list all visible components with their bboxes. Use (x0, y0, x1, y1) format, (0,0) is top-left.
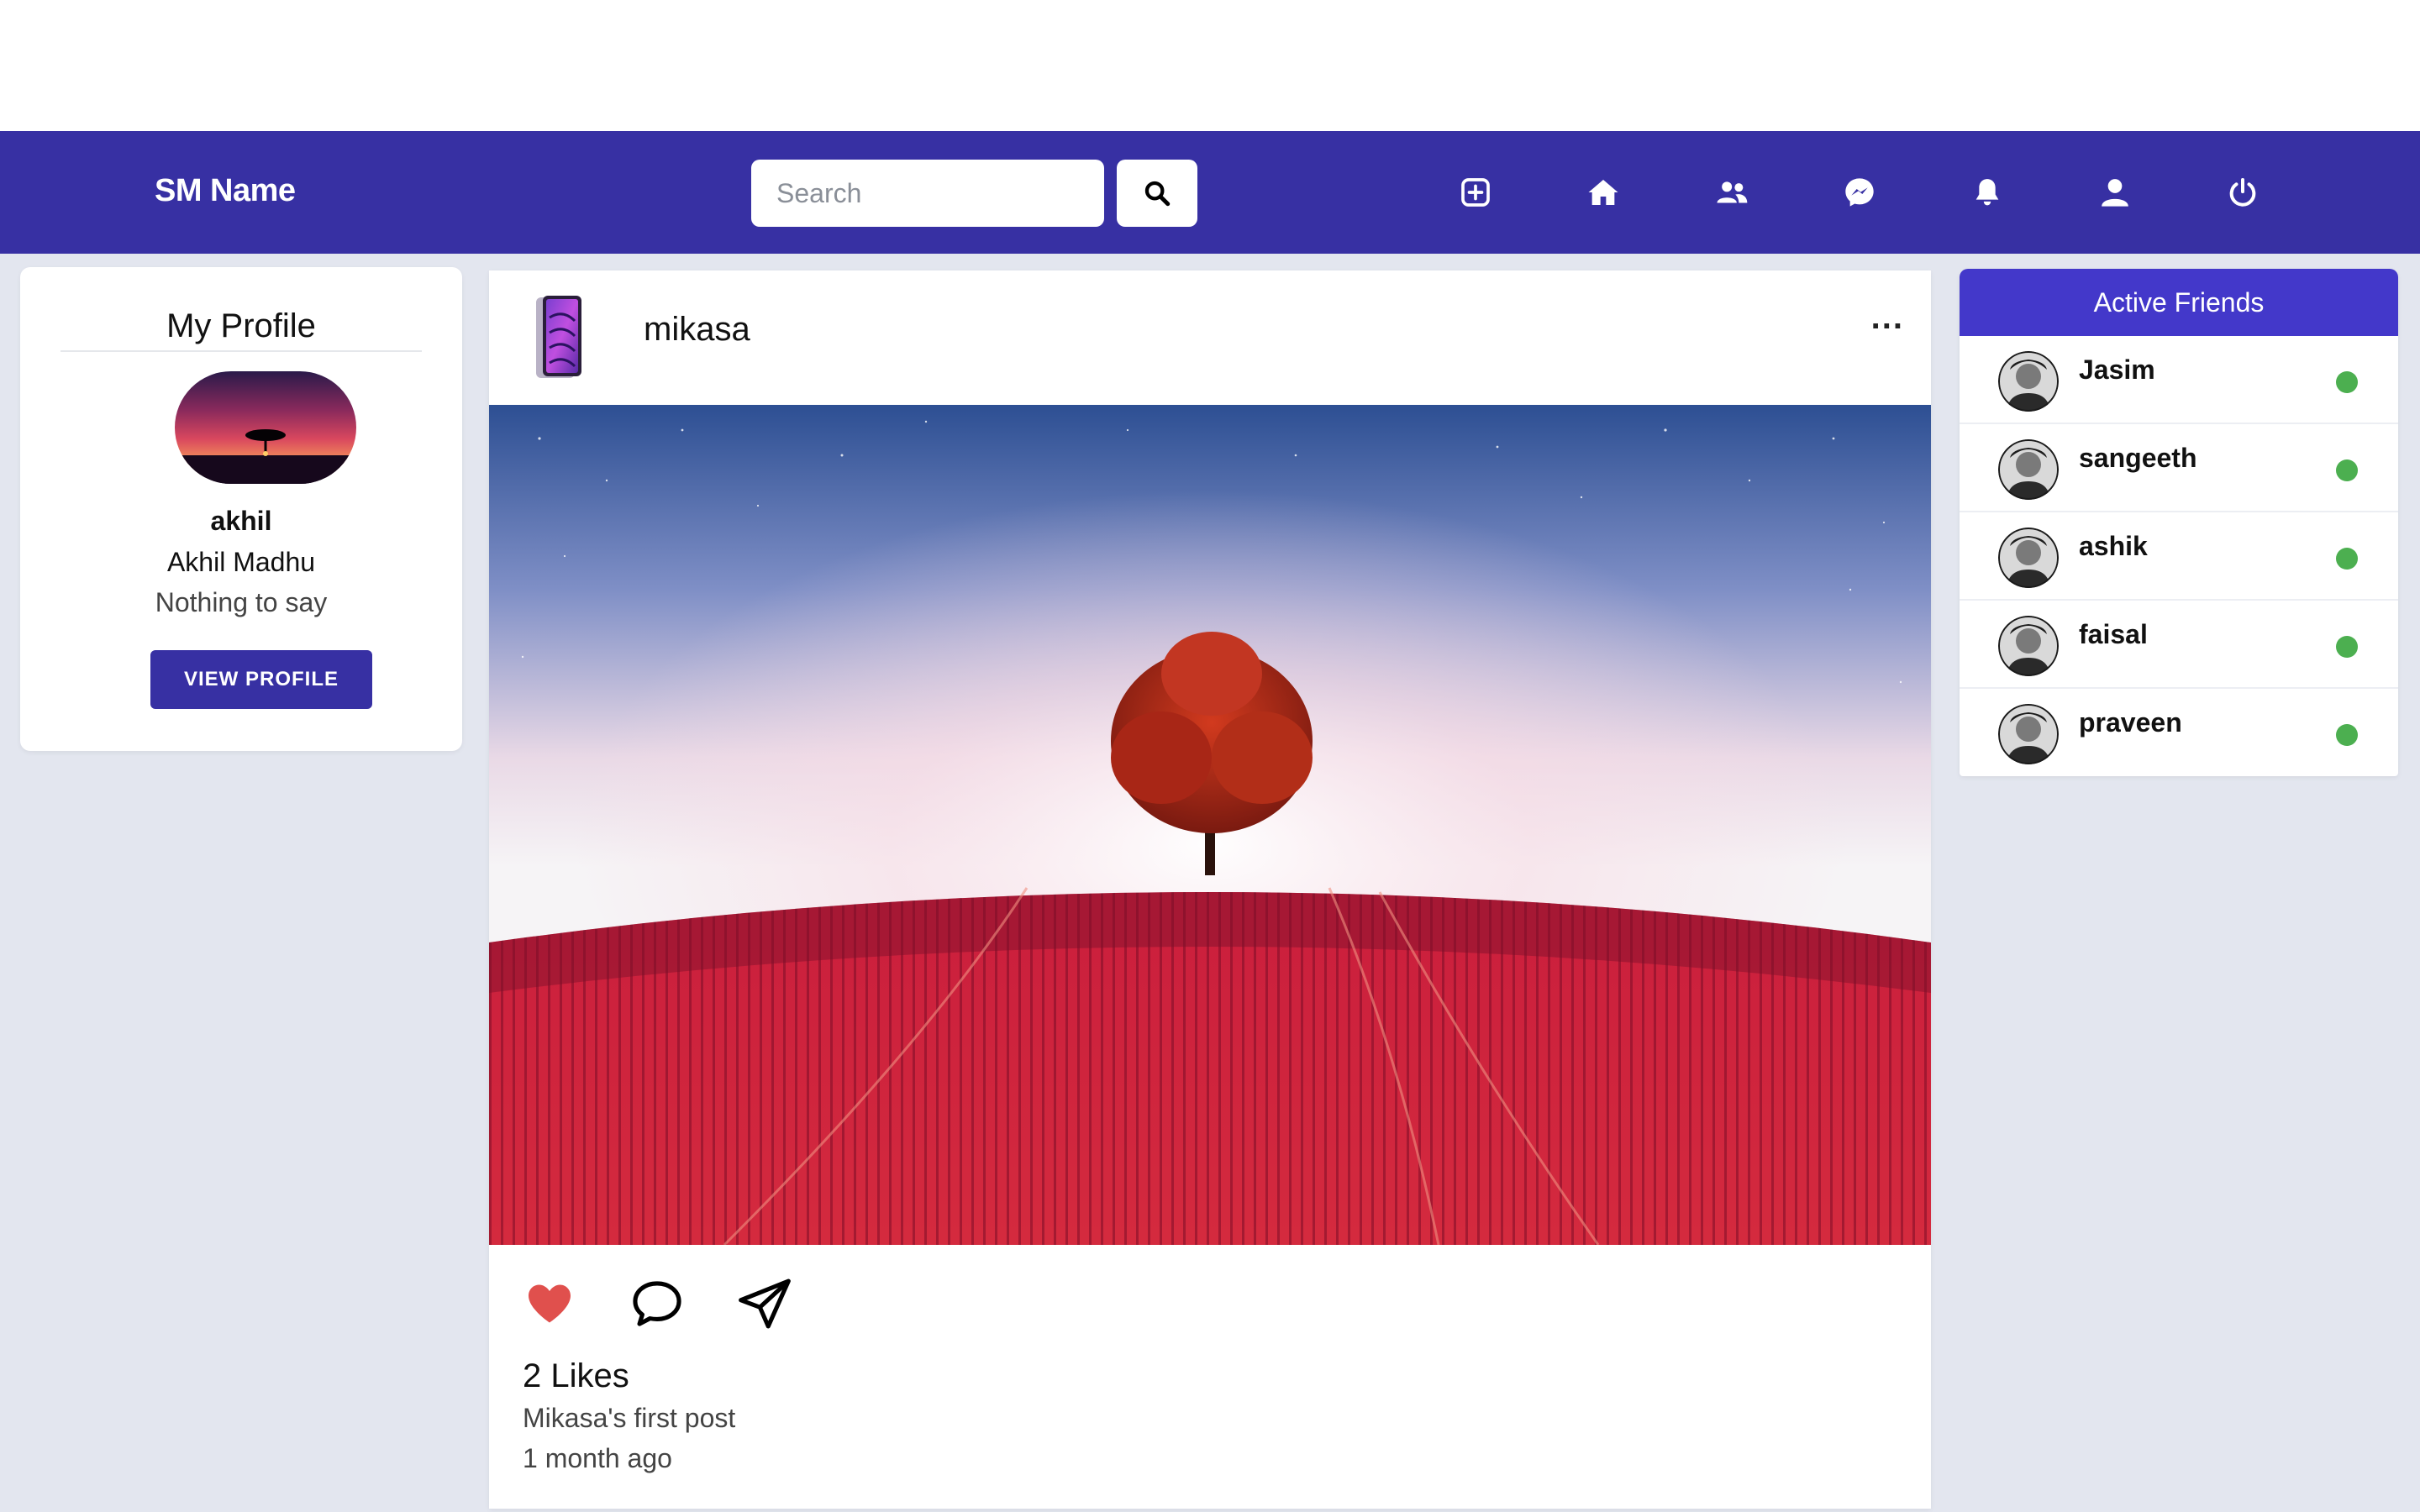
friend-name: ashik (2079, 531, 2148, 561)
active-friends-panel: Active Friends Jasim sangeeth ashik faisal p… (1960, 269, 2398, 776)
send-icon (739, 1278, 791, 1329)
online-status-dot (2336, 548, 2358, 570)
logout-icon[interactable] (2222, 171, 2264, 213)
messenger-icon[interactable] (1839, 171, 1881, 213)
brand-logo[interactable]: SM Name (155, 173, 296, 209)
profile-bio: Nothing to say (155, 587, 328, 617)
friends-list: Jasim sangeeth ashik faisal praveen (1960, 336, 2398, 776)
comment-icon (633, 1281, 681, 1326)
person-photo-icon (1998, 616, 2059, 676)
browser-top-area (0, 0, 2420, 131)
search-icon (1144, 181, 1171, 207)
profile-full-name: Akhil Madhu (166, 547, 316, 577)
heart-icon (529, 1284, 571, 1323)
profile-icon[interactable] (2094, 171, 2136, 213)
post-options-button[interactable]: ... (1871, 299, 1904, 337)
search-button[interactable] (1117, 160, 1197, 227)
friend-item[interactable]: Jasim (1960, 336, 2398, 424)
friend-name: praveen (2079, 707, 2182, 738)
online-status-dot (2336, 724, 2358, 746)
friend-item[interactable]: ashik (1960, 512, 2398, 601)
online-status-dot (2336, 459, 2358, 481)
friend-name: Jasim (2079, 354, 2155, 385)
friend-name: sangeeth (2079, 443, 2197, 473)
person-photo-icon (1998, 439, 2059, 500)
friend-avatar (1998, 616, 2059, 676)
online-status-dot (2336, 371, 2358, 393)
profile-card-title: My Profile (60, 307, 422, 352)
post-likes-count[interactable]: 2 Likes (523, 1357, 629, 1395)
view-profile-button[interactable]: VIEW PROFILE (150, 650, 372, 709)
friend-avatar (1998, 528, 2059, 588)
tablet-avatar-image (536, 296, 581, 378)
like-button[interactable] (519, 1273, 580, 1334)
home-icon[interactable] (1582, 171, 1624, 213)
red-field-tree-photo (489, 405, 1931, 1245)
friend-avatar (1998, 439, 2059, 500)
post-card: mikasa ... 2 Likes Mikasa's first post 1… (489, 270, 1931, 1509)
post-timestamp: 1 month ago (523, 1443, 672, 1473)
friends-icon[interactable] (1711, 171, 1753, 213)
person-photo-icon (1998, 528, 2059, 588)
post-actions (519, 1270, 795, 1337)
friend-item[interactable]: sangeeth (1960, 424, 2398, 512)
notifications-icon[interactable] (1966, 171, 2008, 213)
share-button[interactable] (734, 1273, 795, 1334)
friend-item[interactable]: faisal (1960, 601, 2398, 689)
comment-button[interactable] (627, 1273, 687, 1334)
post-author-avatar[interactable] (533, 292, 587, 383)
profile-username: akhil (210, 506, 272, 536)
person-photo-icon (1998, 704, 2059, 764)
friend-avatar (1998, 704, 2059, 764)
post-username[interactable]: mikasa (644, 311, 750, 349)
add-post-icon[interactable] (1455, 171, 1497, 213)
friend-item[interactable]: praveen (1960, 689, 2398, 776)
friend-avatar (1998, 351, 2059, 412)
search-input[interactable] (751, 160, 1104, 227)
profile-avatar-image (175, 371, 356, 484)
navbar: SM Name (0, 131, 2420, 254)
active-friends-title: Active Friends (1960, 269, 2398, 336)
online-status-dot (2336, 636, 2358, 658)
profile-avatar[interactable] (175, 371, 356, 484)
profile-card: My Profile akhil Akhil Madhu Nothing to … (20, 267, 462, 751)
post-caption: Mikasa's first post (523, 1403, 736, 1433)
person-photo-icon (1998, 351, 2059, 412)
post-image[interactable] (489, 405, 1931, 1245)
friend-name: faisal (2079, 619, 2148, 649)
